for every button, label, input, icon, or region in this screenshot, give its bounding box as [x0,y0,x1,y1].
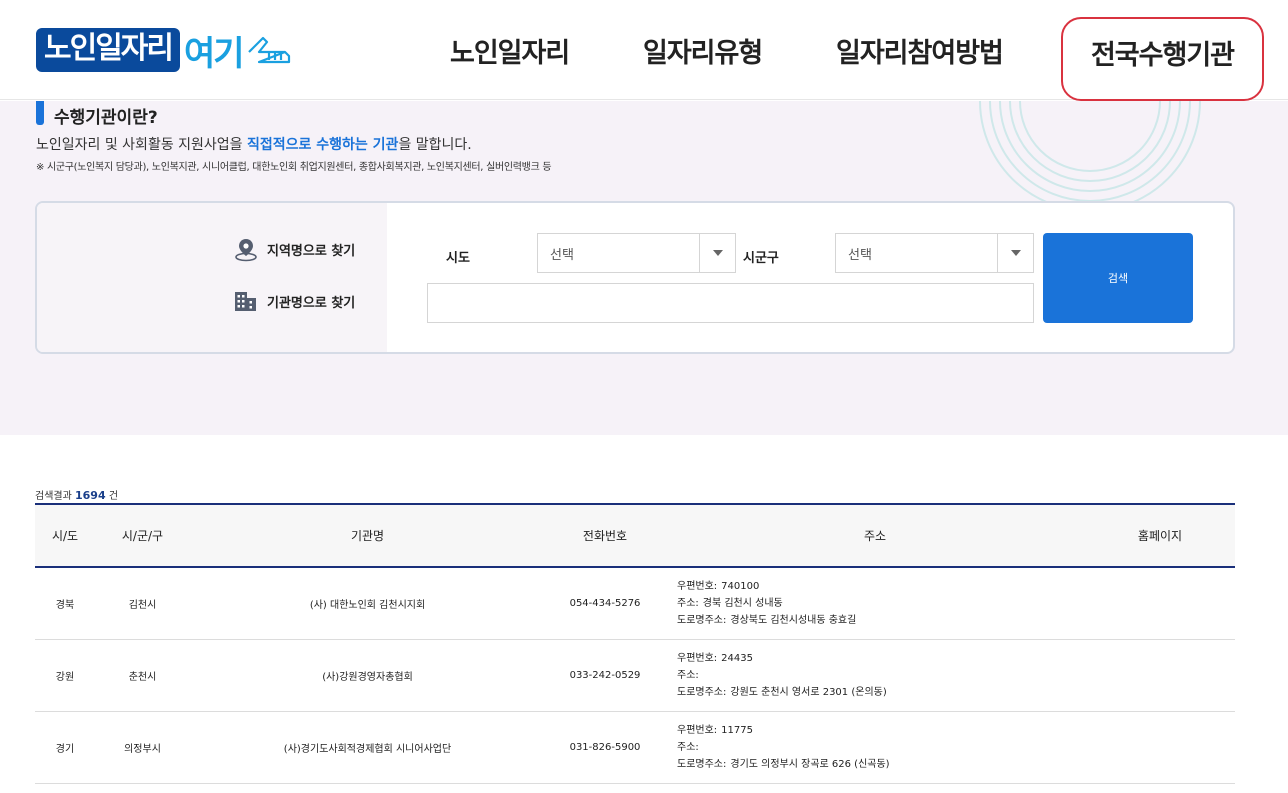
result-count-number: 1694 [75,489,106,502]
title-accent-bar [36,101,44,125]
nav-item-senior-jobs[interactable]: 노인일자리 [450,0,570,100]
cell-address: 우편번호: 740100 주소: 경북 김천시 성내동 도로명주소: 경상북도 김천시… [665,578,1085,629]
road-address-value: 경기도 의정부시 장곡로 626 (신곡동) [730,759,890,770]
intro-title: 수행기관이란? [54,108,158,128]
sigungu-select[interactable]: 선택 [835,233,1034,273]
org-name-input[interactable] [427,283,1034,323]
table-row: 경북 김천시 (사) 대한노인회 김천시지회 054-434-5276 우편번호… [35,568,1235,640]
intro-desc-highlight: 직접적으로 수행하는 기관 [247,137,399,153]
column-header-homepage: 홈페이지 [1137,529,1183,543]
site-logo[interactable]: 노인일자리 여기 [36,24,295,76]
address-label: 주소: [677,670,699,681]
intro-desc-text-end: 을 말합니다. [398,137,472,153]
search-by-org-label: 기관명으로 찾기 [267,295,356,311]
cell-org-name[interactable]: (사)경기도사회적경제협회 시니어사업단 [190,740,545,755]
road-address-label: 도로명주소: [677,615,727,626]
cell-address: 우편번호: 24435 주소: 도로명주소: 강원도 춘천시 영서로 2301 (온… [665,650,1085,701]
logo-main-text: 노인일자리 [36,28,180,72]
result-count: 검색결과 1694 건 [35,487,118,502]
postal-label: 우편번호: [677,581,718,592]
nav-item-how-to-join[interactable]: 일자리참여방법 [836,0,1004,100]
agency-table: 시/도 시/군/구 기관명 전화번호 주소 홈페이지 경북 김천시 (사) 대한… [35,503,1235,784]
cell-sido: 경북 [55,600,75,611]
pointing-hand-icon [247,36,290,64]
cell-phone: 054-434-5276 [569,598,641,609]
address-label: 주소: [677,742,699,753]
table-header: 시/도 시/군/구 기관명 전화번호 주소 홈페이지 [35,503,1235,568]
address-value: 경북 김천시 성내동 [702,598,783,609]
cell-sigungu: 김천시 [128,600,157,611]
building-icon [235,292,256,311]
sigungu-select-value: 선택 [848,247,872,263]
map-pin-icon [235,239,257,262]
table-row: 경기 의정부시 (사)경기도사회적경제협회 시니어사업단 031-826-590… [35,712,1235,784]
cell-phone: 033-242-0529 [569,670,641,681]
sigungu-label: 시군구 [743,251,779,266]
intro-note: ※ 시군구(노인복지 담당과), 노인복지관, 시니어클럽, 대한노인회 취업지… [36,162,552,173]
sido-label: 시도 [446,251,470,266]
column-header-phone: 전화번호 [582,529,628,543]
postal-value: 740100 [721,581,760,592]
result-count-suffix: 건 [108,491,119,502]
search-panel: 지역명으로 찾기 기관명으로 찾기 시도 선택 시군구 선택 검색 [35,201,1235,354]
nav-item-agencies-active[interactable]: 전국수행기관 [1061,17,1264,101]
search-button[interactable]: 검색 [1043,233,1193,323]
sido-select[interactable]: 선택 [537,233,736,273]
column-header-address: 주소 [863,529,887,543]
intro-description: 노인일자리 및 사회활동 지원사업을 직접적으로 수행하는 기관을 말합니다. [36,134,472,154]
table-row: 강원 춘천시 (사)강원경영자총협회 033-242-0529 우편번호: 244… [35,640,1235,712]
cell-sido: 경기 [55,744,75,755]
column-header-sido: 시/도 [51,529,79,543]
search-by-org-option[interactable]: 기관명으로 찾기 [233,288,355,314]
road-address-label: 도로명주소: [677,759,727,770]
road-address-label: 도로명주소: [677,687,727,698]
column-header-sigungu: 시/군/구 [121,529,164,543]
site-header: 노인일자리 여기 노인일자리 일자리유형 일자리참여방법 전국수행기관 [0,0,1288,101]
address-label: 주소: [677,598,699,609]
chevron-down-icon [699,234,735,272]
road-address-value: 강원도 춘천시 영서로 2301 (온의동) [730,687,887,698]
cell-org-name[interactable]: (사)강원경영자총협회 [190,668,545,683]
cell-phone: 031-826-5900 [569,742,641,753]
result-count-prefix: 검색결과 [35,491,72,502]
search-section: 수행기관이란? 노인일자리 및 사회활동 지원사업을 직접적으로 수행하는 기관… [0,101,1288,435]
chevron-down-icon [997,234,1033,272]
column-header-org-name: 기관명 [350,529,385,543]
nav-item-job-types[interactable]: 일자리유형 [643,0,763,100]
cell-address: 우편번호: 11775 주소: 도로명주소: 경기도 의정부시 장곡로 626 (신… [665,722,1085,773]
cell-org-name[interactable]: (사) 대한노인회 김천시지회 [190,596,545,611]
postal-value: 11775 [721,725,753,736]
cell-sido: 강원 [55,672,75,683]
search-mode-panel [37,203,387,352]
search-by-region-label: 지역명으로 찾기 [267,243,356,259]
logo-sub-text: 여기 [184,33,245,74]
intro-desc-text: 노인일자리 및 사회활동 지원사업을 [36,137,247,153]
cell-sigungu: 춘천시 [128,672,157,683]
postal-label: 우편번호: [677,725,718,736]
cell-sigungu: 의정부시 [124,744,161,755]
search-by-region-option[interactable]: 지역명으로 찾기 [233,236,355,262]
postal-label: 우편번호: [677,653,718,664]
postal-value: 24435 [721,653,753,664]
sido-select-value: 선택 [550,247,574,263]
road-address-value: 경상북도 김천시성내동 충효길 [730,615,857,626]
